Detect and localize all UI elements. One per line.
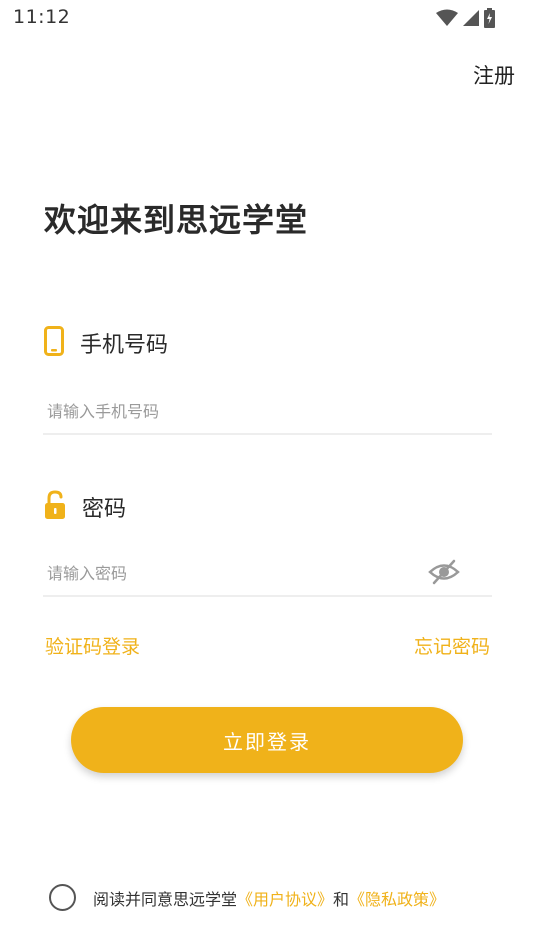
- phone-field-label-row: 手机号码: [44, 326, 168, 360]
- signal-icon: [462, 9, 480, 27]
- agreement-row: 阅读并同意思远学堂《用户协议》和《隐私政策》: [49, 884, 445, 911]
- login-screen: 11:12 注册 欢迎来到思远学堂 手机号码 请输入手机号码 密码 验证码登录 …: [0, 0, 535, 951]
- battery-charging-icon: [484, 8, 495, 28]
- eye-off-icon[interactable]: [428, 558, 460, 590]
- status-time: 11:12: [13, 6, 71, 28]
- phone-field-label: 手机号码: [80, 333, 169, 358]
- wifi-icon: [436, 9, 458, 27]
- password-input[interactable]: [43, 553, 492, 593]
- unlock-icon: [44, 490, 66, 524]
- phone-input[interactable]: [43, 391, 492, 431]
- agreement-checkbox[interactable]: [49, 884, 76, 911]
- register-link[interactable]: 注册: [473, 60, 515, 90]
- agreement-joiner: 和: [333, 889, 350, 909]
- forgot-password-link[interactable]: 忘记密码: [414, 632, 490, 659]
- status-bar: 11:12: [0, 0, 535, 36]
- phone-icon: [44, 326, 64, 360]
- agreement-text: 阅读并同意思远学堂《用户协议》和《隐私政策》: [93, 886, 445, 910]
- status-icons: [436, 7, 495, 29]
- phone-input-container: [43, 391, 492, 435]
- user-agreement-link[interactable]: 《用户协议》: [237, 890, 333, 909]
- sms-login-link[interactable]: 验证码登录: [45, 632, 140, 659]
- login-button[interactable]: 立即登录: [71, 707, 463, 773]
- password-field-label: 密码: [82, 497, 127, 522]
- privacy-policy-link[interactable]: 《隐私政策》: [349, 890, 445, 909]
- welcome-title: 欢迎来到思远学堂: [44, 201, 309, 239]
- password-input-container: [43, 553, 492, 597]
- agreement-prefix: 阅读并同意思远学堂: [93, 889, 238, 909]
- password-field-label-row: 密码: [44, 490, 126, 524]
